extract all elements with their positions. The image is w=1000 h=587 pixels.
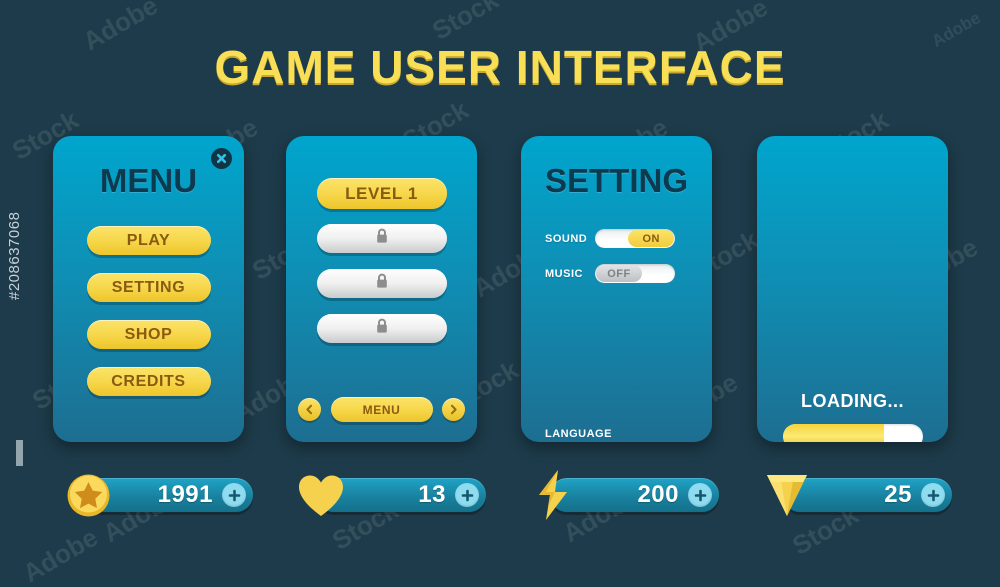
heart-icon bbox=[295, 472, 347, 518]
music-label: MUSIC bbox=[545, 267, 583, 280]
music-toggle-state: OFF bbox=[595, 265, 642, 282]
loading-progress-fill bbox=[783, 424, 884, 442]
hud-heart-counter: 13 bbox=[295, 475, 486, 516]
sound-toggle[interactable]: ON bbox=[595, 229, 676, 248]
music-setting-row: MUSIC OFF bbox=[545, 264, 696, 283]
loading-panel: LOADING... bbox=[757, 136, 948, 442]
stock-id-label: #208637068 bbox=[6, 211, 23, 300]
level-locked-button[interactable] bbox=[316, 224, 447, 253]
heart-count: 13 bbox=[418, 481, 446, 508]
sound-toggle-state: ON bbox=[628, 230, 675, 247]
star-count: 1991 bbox=[157, 481, 213, 508]
play-button[interactable]: PLAY bbox=[86, 226, 211, 255]
menu-panel-title: MENU bbox=[99, 162, 198, 199]
page-title: GAME USER INTERFACE bbox=[214, 41, 786, 93]
lightning-icon bbox=[528, 470, 580, 520]
setting-panel: SETTING SOUND ON MUSIC OFF LANGUAGE ENGL… bbox=[521, 136, 712, 442]
menu-panel: MENU PLAY SETTING SHOP CREDITS bbox=[53, 136, 244, 442]
sound-setting-row: SOUND ON bbox=[545, 229, 696, 248]
level-1-button[interactable]: LEVEL 1 bbox=[316, 178, 447, 209]
star-coin-icon bbox=[62, 472, 114, 518]
lock-icon bbox=[375, 273, 389, 294]
level-locked-button[interactable] bbox=[316, 314, 447, 343]
hud-star-counter: 1991 bbox=[62, 474, 253, 516]
loading-label: LOADING... bbox=[801, 391, 904, 411]
credits-button[interactable]: CREDITS bbox=[86, 367, 211, 396]
gem-count: 25 bbox=[884, 481, 912, 508]
energy-count: 200 bbox=[637, 481, 679, 508]
chevron-right-icon[interactable] bbox=[442, 398, 465, 421]
setting-button[interactable]: SETTING bbox=[86, 273, 211, 302]
hud-gem-counter: 25 bbox=[761, 475, 952, 516]
sound-label: SOUND bbox=[545, 232, 588, 245]
chevron-left-icon[interactable] bbox=[298, 398, 321, 421]
music-toggle[interactable]: OFF bbox=[594, 264, 675, 283]
level-locked-button[interactable] bbox=[316, 269, 447, 298]
plus-icon[interactable] bbox=[688, 483, 712, 507]
plus-icon[interactable] bbox=[455, 483, 479, 507]
game-ui-screenshot: Adobe Stock Adobe Adobe Stock Adobe Stoc… bbox=[0, 0, 1000, 587]
levels-nav: MENU bbox=[298, 397, 465, 422]
lock-icon bbox=[375, 228, 389, 249]
lock-icon bbox=[375, 318, 389, 339]
levels-menu-button[interactable]: MENU bbox=[330, 397, 433, 422]
shop-button[interactable]: SHOP bbox=[86, 320, 211, 349]
loading-progress-bar bbox=[783, 424, 923, 442]
levels-panel: LEVEL 1 MENU bbox=[286, 136, 477, 442]
language-label: LANGUAGE bbox=[545, 428, 612, 440]
plus-icon[interactable] bbox=[222, 483, 246, 507]
gem-icon bbox=[761, 472, 813, 518]
hud-energy-counter: 200 bbox=[528, 470, 719, 520]
watermark-text: Adobe bbox=[17, 521, 103, 587]
setting-panel-title: SETTING bbox=[544, 162, 688, 199]
plus-icon[interactable] bbox=[921, 483, 945, 507]
stock-id-rule bbox=[16, 440, 23, 466]
